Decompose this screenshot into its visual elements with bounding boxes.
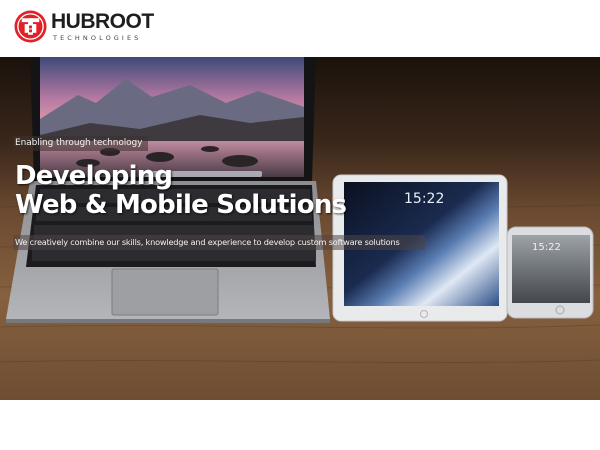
site-header: HUBROOT TECHNOLOGIES	[0, 0, 600, 56]
hero-tagline: Enabling through technology	[15, 138, 143, 148]
headline-line-2: Web & Mobile Solutions	[15, 190, 347, 220]
logo-link[interactable]: HUBROOT TECHNOLOGIES	[14, 10, 154, 44]
hero-banner: 15:22 15:22 Enabling through technology …	[0, 57, 600, 400]
hubroot-logo-icon	[14, 10, 47, 43]
hero-headline: Developing Web & Mobile Solutions	[15, 162, 355, 220]
tablet-time: 15:22	[404, 191, 444, 207]
hero-description: We creatively combine our skills, knowle…	[15, 237, 400, 247]
brand-subtitle: TECHNOLOGIES	[53, 34, 142, 42]
phone-time: 15:22	[532, 242, 561, 253]
page-below-hero	[0, 400, 600, 450]
hero-devices-photo: 15:22 15:22	[0, 57, 600, 400]
brand-name: HUBROOT	[51, 10, 154, 33]
headline-line-1: Developing	[15, 161, 173, 191]
